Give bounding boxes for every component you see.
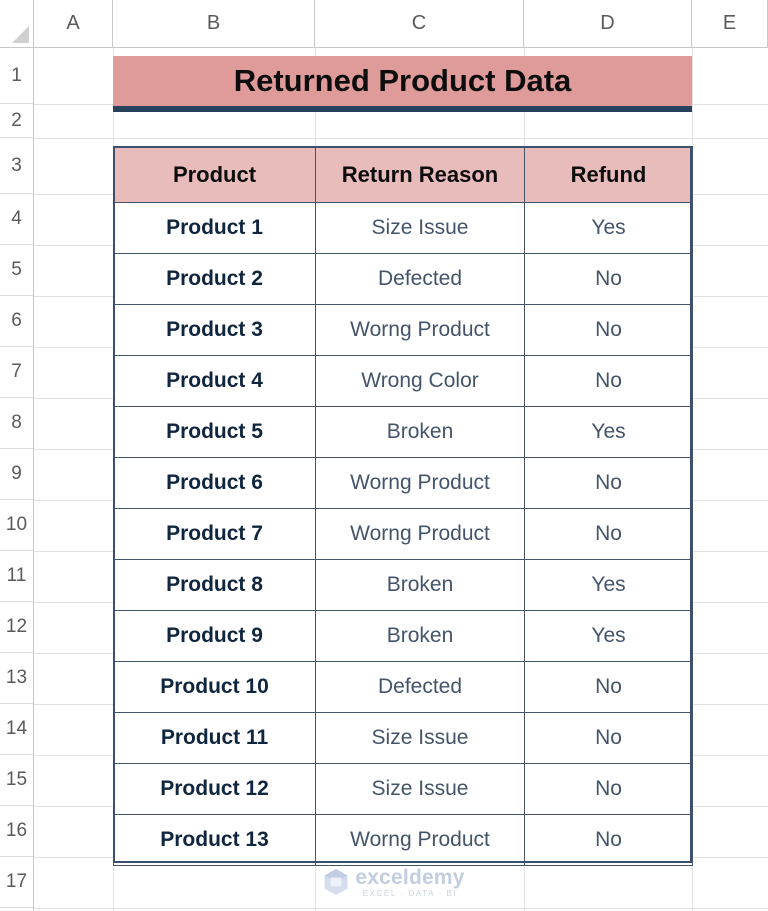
table-row: Product 4 Wrong Color No: [113, 355, 693, 407]
cell-refund[interactable]: No: [524, 304, 693, 356]
row-header-16[interactable]: 16: [0, 806, 33, 857]
row-header-9[interactable]: 9: [0, 449, 33, 500]
row-header-1[interactable]: 1: [0, 48, 33, 104]
column-header-return-reason: Return Reason: [315, 146, 525, 203]
cell-product[interactable]: Product 3: [113, 304, 316, 356]
cell-return-reason[interactable]: Broken: [315, 610, 525, 662]
column-header-refund: Refund: [524, 146, 693, 203]
row-header-4[interactable]: 4: [0, 194, 33, 245]
column-header-product: Product: [113, 146, 316, 203]
cell-return-reason[interactable]: Worng Product: [315, 508, 525, 560]
row-header-12[interactable]: 12: [0, 602, 33, 653]
cell-refund[interactable]: No: [524, 712, 693, 764]
column-header-a[interactable]: A: [34, 0, 113, 47]
watermark-text: exceldemy EXCEL · DATA · BI: [355, 867, 464, 898]
exceldemy-cube-logo-icon: [323, 868, 349, 896]
cell-refund[interactable]: No: [524, 661, 693, 713]
cell-return-reason[interactable]: Defected: [315, 253, 525, 305]
cell-refund[interactable]: No: [524, 355, 693, 407]
table-row: Product 9 Broken Yes: [113, 610, 693, 662]
row-header-13[interactable]: 13: [0, 653, 33, 704]
returned-product-table: Product Return Reason Refund Product 1 Si…: [113, 146, 693, 866]
select-all-corner[interactable]: [0, 0, 34, 47]
row-header-7[interactable]: 7: [0, 347, 33, 398]
row-header-11[interactable]: 11: [0, 551, 33, 602]
row-header-3[interactable]: 3: [0, 138, 33, 194]
cell-product[interactable]: Product 11: [113, 712, 316, 764]
cell-refund[interactable]: Yes: [524, 559, 693, 611]
row-header-2[interactable]: 2: [0, 104, 33, 138]
cell-return-reason[interactable]: Worng Product: [315, 814, 525, 866]
gridline-horizontal: [34, 138, 768, 139]
cell-refund[interactable]: Yes: [524, 202, 693, 254]
cell-product[interactable]: Product 8: [113, 559, 316, 611]
cell-product[interactable]: Product 10: [113, 661, 316, 713]
row-header-15[interactable]: 15: [0, 755, 33, 806]
table-row: Product 11 Size Issue No: [113, 712, 693, 764]
table-row: Product 5 Broken Yes: [113, 406, 693, 458]
cell-return-reason[interactable]: Worng Product: [315, 457, 525, 509]
cell-refund[interactable]: Yes: [524, 406, 693, 458]
spreadsheet-canvas: ABCDE 1 2 3 4 5 6 7 8 9 10 11 12 13 14 15 16 17 Returned…: [0, 0, 768, 911]
cell-product[interactable]: Product 7: [113, 508, 316, 560]
row-header-10[interactable]: 10: [0, 500, 33, 551]
row-header-6[interactable]: 6: [0, 296, 33, 347]
column-header-c[interactable]: C: [315, 0, 524, 47]
cell-refund[interactable]: No: [524, 508, 693, 560]
cell-product[interactable]: Product 1: [113, 202, 316, 254]
watermark: exceldemy EXCEL · DATA · BI: [304, 862, 484, 902]
cell-refund[interactable]: No: [524, 457, 693, 509]
row-header-8[interactable]: 8: [0, 398, 33, 449]
column-header-bar: ABCDE: [0, 0, 768, 48]
table-row: Product 12 Size Issue No: [113, 763, 693, 815]
cell-product[interactable]: Product 9: [113, 610, 316, 662]
table-row: Product 1 Size Issue Yes: [113, 202, 693, 254]
table-row: Product 10 Defected No: [113, 661, 693, 713]
table-row: Product 7 Worng Product No: [113, 508, 693, 560]
cell-product[interactable]: Product 5: [113, 406, 316, 458]
table-row: Product 2 Defected No: [113, 253, 693, 305]
table-row: Product 3 Worng Product No: [113, 304, 693, 356]
cell-product[interactable]: Product 13: [113, 814, 316, 866]
watermark-tagline: EXCEL · DATA · BI: [362, 888, 458, 898]
row-header-14[interactable]: 14: [0, 704, 33, 755]
table-body: Product 1 Size Issue Yes Product 2 Defected N…: [113, 202, 693, 866]
cell-return-reason[interactable]: Size Issue: [315, 202, 525, 254]
cell-product[interactable]: Product 4: [113, 355, 316, 407]
report-title-banner: Returned Product Data: [113, 56, 692, 112]
cell-refund[interactable]: No: [524, 814, 693, 866]
table-row: Product 6 Worng Product No: [113, 457, 693, 509]
cell-return-reason[interactable]: Size Issue: [315, 763, 525, 815]
gridline-horizontal: [34, 908, 768, 909]
row-header-17[interactable]: 17: [0, 857, 33, 908]
column-header-d[interactable]: D: [524, 0, 692, 47]
cell-return-reason[interactable]: Broken: [315, 406, 525, 458]
cell-return-reason[interactable]: Broken: [315, 559, 525, 611]
cell-return-reason[interactable]: Wrong Color: [315, 355, 525, 407]
cell-return-reason[interactable]: Size Issue: [315, 712, 525, 764]
table-header-row: Product Return Reason Refund: [113, 146, 693, 203]
table-row: Product 13 Worng Product No: [113, 814, 693, 866]
column-header-e[interactable]: E: [692, 0, 768, 47]
cell-refund[interactable]: No: [524, 763, 693, 815]
cell-return-reason[interactable]: Worng Product: [315, 304, 525, 356]
cell-product[interactable]: Product 6: [113, 457, 316, 509]
watermark-brand-name: exceldemy: [355, 865, 465, 889]
cell-refund[interactable]: Yes: [524, 610, 693, 662]
cell-refund[interactable]: No: [524, 253, 693, 305]
cell-return-reason[interactable]: Defected: [315, 661, 525, 713]
cell-product[interactable]: Product 2: [113, 253, 316, 305]
table-row: Product 8 Broken Yes: [113, 559, 693, 611]
select-all-triangle-icon: [12, 26, 29, 43]
column-header-b[interactable]: B: [113, 0, 315, 47]
page-title: Returned Product Data: [233, 63, 572, 98]
row-header-bar: 1 2 3 4 5 6 7 8 9 10 11 12 13 14 15 16 17: [0, 48, 34, 911]
cell-product[interactable]: Product 12: [113, 763, 316, 815]
row-header-5[interactable]: 5: [0, 245, 33, 296]
